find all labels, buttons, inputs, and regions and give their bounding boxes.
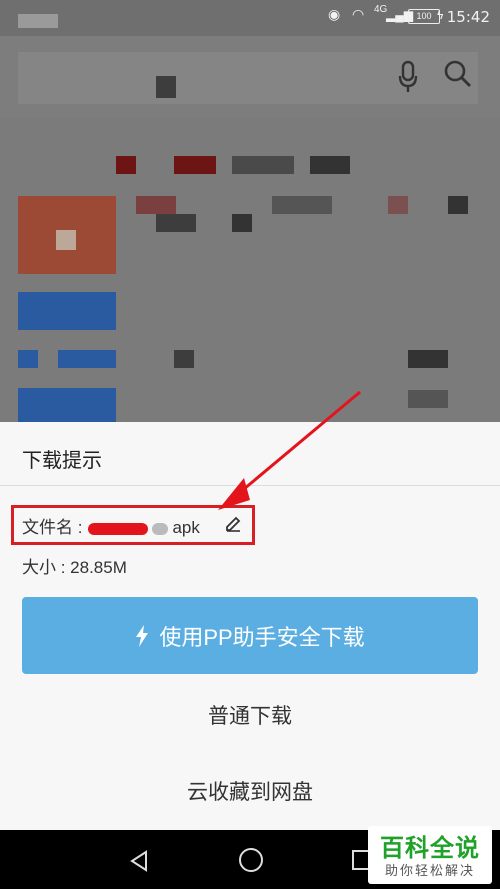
dialog-title: 下载提示 — [22, 450, 102, 472]
highlight-box — [11, 505, 255, 545]
watermark-subtitle: 助你轻松解决 — [384, 863, 475, 878]
page-content-dimmed — [0, 118, 500, 428]
search-header — [0, 36, 500, 118]
thumbnail — [18, 292, 116, 330]
search-icon[interactable] — [444, 60, 472, 88]
back-icon[interactable] — [128, 850, 150, 872]
status-app-icons — [18, 14, 58, 28]
file-size: 大小 : 28.85M — [22, 558, 127, 577]
watermark-logo: 百科全说 助你轻松解决 — [368, 826, 492, 884]
home-icon[interactable] — [239, 848, 263, 872]
eye-icon: ◉ — [328, 6, 341, 22]
lightning-icon — [136, 624, 149, 647]
thumbnail — [18, 388, 116, 426]
microphone-icon[interactable] — [398, 60, 418, 94]
blurred-text — [156, 76, 176, 98]
normal-download-button[interactable]: 普通下载 — [0, 690, 500, 744]
pp-safe-download-button[interactable]: 使用PP助手安全下载 — [22, 597, 478, 674]
status-bar: ◉ ◠ 4G ▂▄▆ 100 ϟ 15:42 — [0, 0, 500, 36]
divider — [0, 485, 500, 486]
pp-safe-download-label: 使用PP助手安全下载 — [159, 624, 365, 650]
watermark-title: 百科全说 — [380, 835, 480, 862]
status-time: 15:42 — [446, 8, 490, 26]
battery-icon: 100 — [408, 9, 440, 24]
wifi-icon: ◠ — [352, 6, 365, 22]
charging-icon: ϟ — [437, 8, 444, 22]
download-dialog: 下载提示 文件名 : apk 大小 : 28.85M 使用PP助手安全下载 普通下… — [0, 422, 500, 830]
cloud-save-button[interactable]: 云收藏到网盘 — [0, 766, 500, 820]
